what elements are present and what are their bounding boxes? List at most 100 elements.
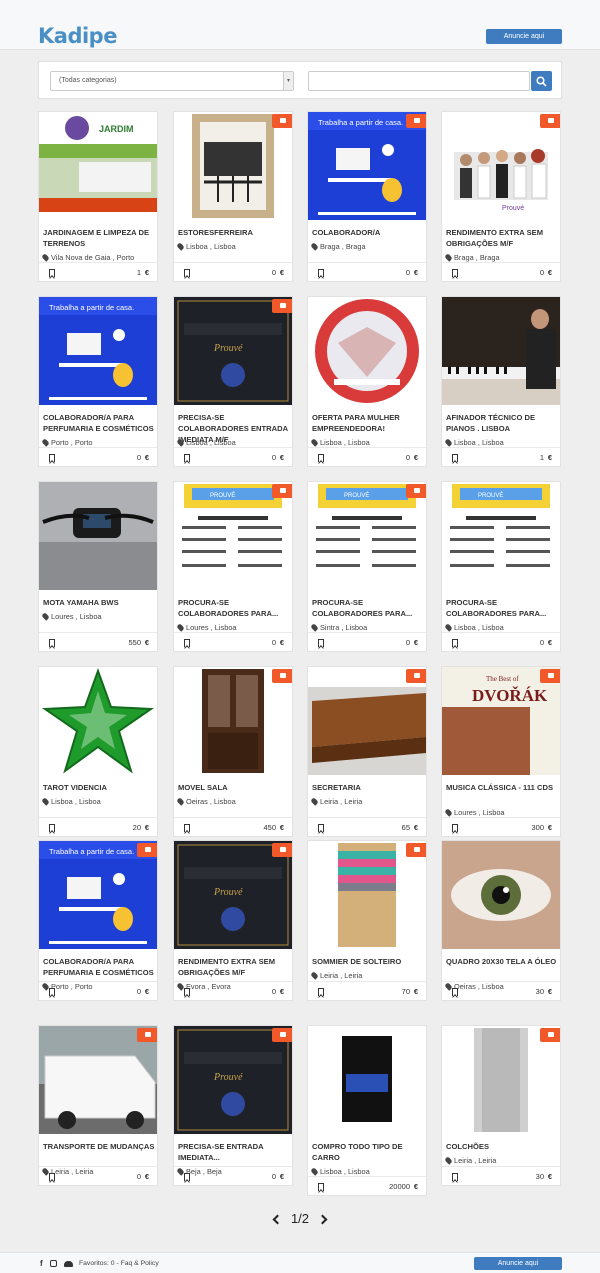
bookmark-icon[interactable] [452, 454, 458, 462]
listing-card[interactable]: MOTA YAMAHA BWS Loures , Lisboa 550 € [38, 481, 158, 652]
listing-image[interactable]: Prouvé [442, 112, 560, 220]
bookmark-icon[interactable] [184, 454, 190, 462]
site-logo[interactable]: Kadipe [38, 24, 117, 48]
listing-title[interactable]: PRECISA-SE ENTRADA IMEDIATA... [178, 1141, 290, 1163]
listing-title[interactable]: PROCURA-SE COLABORADORES PARA... [446, 597, 558, 619]
search-button[interactable] [531, 71, 552, 91]
listing-title[interactable]: OFERTA PARA MULHER EMPREENDEDORA! [312, 412, 424, 434]
listing-card[interactable]: ESTORESFERREIRA Lisboa , Lisboa 0 € [173, 111, 293, 282]
listing-card[interactable]: JARDIM JARDINAGEM E LIMPEZA DE TERRENOS Vi… [38, 111, 158, 282]
bookmark-icon[interactable] [318, 454, 324, 462]
users-icon[interactable] [64, 1261, 74, 1267]
bookmark-icon[interactable] [49, 1173, 55, 1181]
bookmark-icon[interactable] [49, 639, 55, 647]
listing-title[interactable]: RENDIMENTO EXTRA SEM OBRIGAÇÕES M/F [446, 227, 558, 249]
listing-title[interactable]: JARDINAGEM E LIMPEZA DE TERRENOS [43, 227, 155, 249]
listing-title[interactable]: AFINADOR TÉCNICO DE PIANOS . LISBOA [446, 412, 558, 434]
listing-title[interactable]: SOMMIER DE SOLTEIRO [312, 956, 424, 967]
listing-card[interactable]: Trabalha a partir de casa. COLABORADOR/A … [38, 840, 158, 1001]
bookmark-icon[interactable] [49, 454, 55, 462]
bookmark-icon[interactable] [318, 1183, 324, 1191]
listing-card[interactable]: COMPRO TODO TIPO DE CARRO Lisboa , Lisboa… [307, 1025, 427, 1196]
post-ad-button[interactable]: Anuncie aqui [486, 29, 562, 44]
post-ad-button-footer[interactable]: Anuncie aqui [474, 1257, 562, 1270]
listing-image[interactable] [174, 112, 292, 220]
bookmark-icon[interactable] [49, 988, 55, 996]
bookmark-icon[interactable] [49, 824, 55, 832]
bookmark-icon[interactable] [318, 639, 324, 647]
listing-image[interactable] [442, 841, 560, 949]
listing-card[interactable]: Prouvé RENDIMENTO EXTRA SEM OBRIGAÇÕES M/… [173, 840, 293, 1001]
next-page-icon[interactable] [317, 1214, 328, 1225]
listing-image[interactable]: PROUVÉ [308, 482, 426, 590]
listing-title[interactable]: SECRETARIA [312, 782, 424, 793]
bookmark-icon[interactable] [318, 269, 324, 277]
listing-image[interactable] [442, 1026, 560, 1134]
listing-card[interactable]: Trabalha a partir de casa. COLABORADOR/A … [38, 296, 158, 467]
listing-title[interactable]: TRANSPORTE DE MUDANÇAS [43, 1141, 155, 1152]
bookmark-icon[interactable] [318, 824, 324, 832]
listing-image[interactable] [174, 667, 292, 775]
bookmark-icon[interactable] [184, 269, 190, 277]
listing-image[interactable] [39, 667, 157, 775]
listing-card[interactable]: SOMMIER DE SOLTEIRO Leiria , Leiria 70 € [307, 840, 427, 1001]
listing-card[interactable]: TRANSPORTE DE MUDANÇAS Leiria , Leiria 0 € [38, 1025, 158, 1186]
prev-page-icon[interactable] [272, 1214, 283, 1225]
listing-title[interactable]: MOVEL SALA [178, 782, 290, 793]
listing-image[interactable]: Prouvé [174, 841, 292, 949]
listing-image[interactable]: Trabalha a partir de casa. [39, 841, 157, 949]
listing-title[interactable]: COLABORADOR/A PARA PERFUMARIA E COSMÉTIC… [43, 412, 155, 434]
listing-image[interactable] [39, 1026, 157, 1134]
listing-card[interactable]: PROUVÉ PROCURA-SE COLABORADORES PARA... Lo… [173, 481, 293, 652]
bookmark-icon[interactable] [452, 988, 458, 996]
listing-title[interactable]: COLCHÕES [446, 1141, 558, 1152]
listing-title[interactable]: MOTA YAMAHA BWS [43, 597, 155, 608]
listing-image[interactable] [308, 297, 426, 405]
bookmark-icon[interactable] [452, 1173, 458, 1181]
listing-image[interactable]: Prouvé [174, 297, 292, 405]
bookmark-icon[interactable] [184, 639, 190, 647]
listing-card[interactable]: Prouvé PRECISA-SE COLABORADORES ENTRADA I… [173, 296, 293, 467]
listing-image[interactable]: PROUVÉ [174, 482, 292, 590]
listing-title[interactable]: QUADRO 20X30 TELA A ÓLEO [446, 956, 558, 967]
bookmark-icon[interactable] [452, 824, 458, 832]
listing-card[interactable]: COLCHÕES Leiria , Leiria 30 € [441, 1025, 561, 1186]
bookmark-icon[interactable] [184, 988, 190, 996]
listing-title[interactable]: PROCURA-SE COLABORADORES PARA... [178, 597, 290, 619]
listing-title[interactable]: COLABORADOR/A PARA PERFUMARIA E COSMÉTIC… [43, 956, 155, 978]
listing-title[interactable]: RENDIMENTO EXTRA SEM OBRIGAÇÕES M/F [178, 956, 290, 978]
category-select[interactable]: (Todas categorias) ▾ [50, 71, 294, 91]
listing-card[interactable]: SECRETARIA Leiria , Leiria 65 € [307, 666, 427, 837]
listing-card[interactable]: PROUVÉ PROCURA-SE COLABORADORES PARA... Si… [307, 481, 427, 652]
listing-card[interactable]: TAROT VIDENCIA Lisboa , Lisboa 20 € [38, 666, 158, 837]
listing-card[interactable]: AFINADOR TÉCNICO DE PIANOS . LISBOA Lisbo… [441, 296, 561, 467]
faq-link[interactable]: Faq & Policy [121, 1260, 159, 1267]
facebook-icon[interactable]: f [40, 1259, 43, 1268]
bookmark-icon[interactable] [184, 1173, 190, 1181]
listing-title[interactable]: TAROT VIDENCIA [43, 782, 155, 793]
search-input[interactable] [308, 71, 530, 91]
listing-image[interactable] [442, 297, 560, 405]
listing-image[interactable]: JARDIM [39, 112, 157, 220]
listing-card[interactable]: Prouvé PRECISA-SE ENTRADA IMEDIATA... Beja… [173, 1025, 293, 1186]
listing-image[interactable]: Prouvé [174, 1026, 292, 1134]
listing-title[interactable]: COLABORADOR/A [312, 227, 424, 238]
listing-image[interactable] [39, 482, 157, 590]
listing-title[interactable]: PROCURA-SE COLABORADORES PARA... [312, 597, 424, 619]
bookmark-icon[interactable] [452, 269, 458, 277]
listing-title[interactable]: ESTORESFERREIRA [178, 227, 290, 238]
favorites-link[interactable]: Favoritos: 0 [79, 1260, 115, 1267]
listing-card[interactable]: Trabalha a partir de casa. COLABORADOR/A B… [307, 111, 427, 282]
listing-card[interactable]: Prouvé RENDIMENTO EXTRA SEM OBRIGAÇÕES M/… [441, 111, 561, 282]
listing-card[interactable]: MOVEL SALA Oeiras , Lisboa 450 € [173, 666, 293, 837]
listing-card[interactable]: PROUVÉ PROCURA-SE COLABORADORES PARA... Li… [441, 481, 561, 652]
bookmark-icon[interactable] [184, 824, 190, 832]
listing-title[interactable]: COMPRO TODO TIPO DE CARRO [312, 1141, 424, 1163]
bookmark-icon[interactable] [49, 269, 55, 277]
instagram-icon[interactable] [49, 1260, 57, 1267]
listing-image[interactable]: The Best of DVOŘÁK [442, 667, 560, 775]
listing-image[interactable]: PROUVÉ [442, 482, 560, 590]
listing-card[interactable]: OFERTA PARA MULHER EMPREENDEDORA! Lisboa … [307, 296, 427, 467]
bookmark-icon[interactable] [452, 639, 458, 647]
listing-image[interactable]: Trabalha a partir de casa. [39, 297, 157, 405]
